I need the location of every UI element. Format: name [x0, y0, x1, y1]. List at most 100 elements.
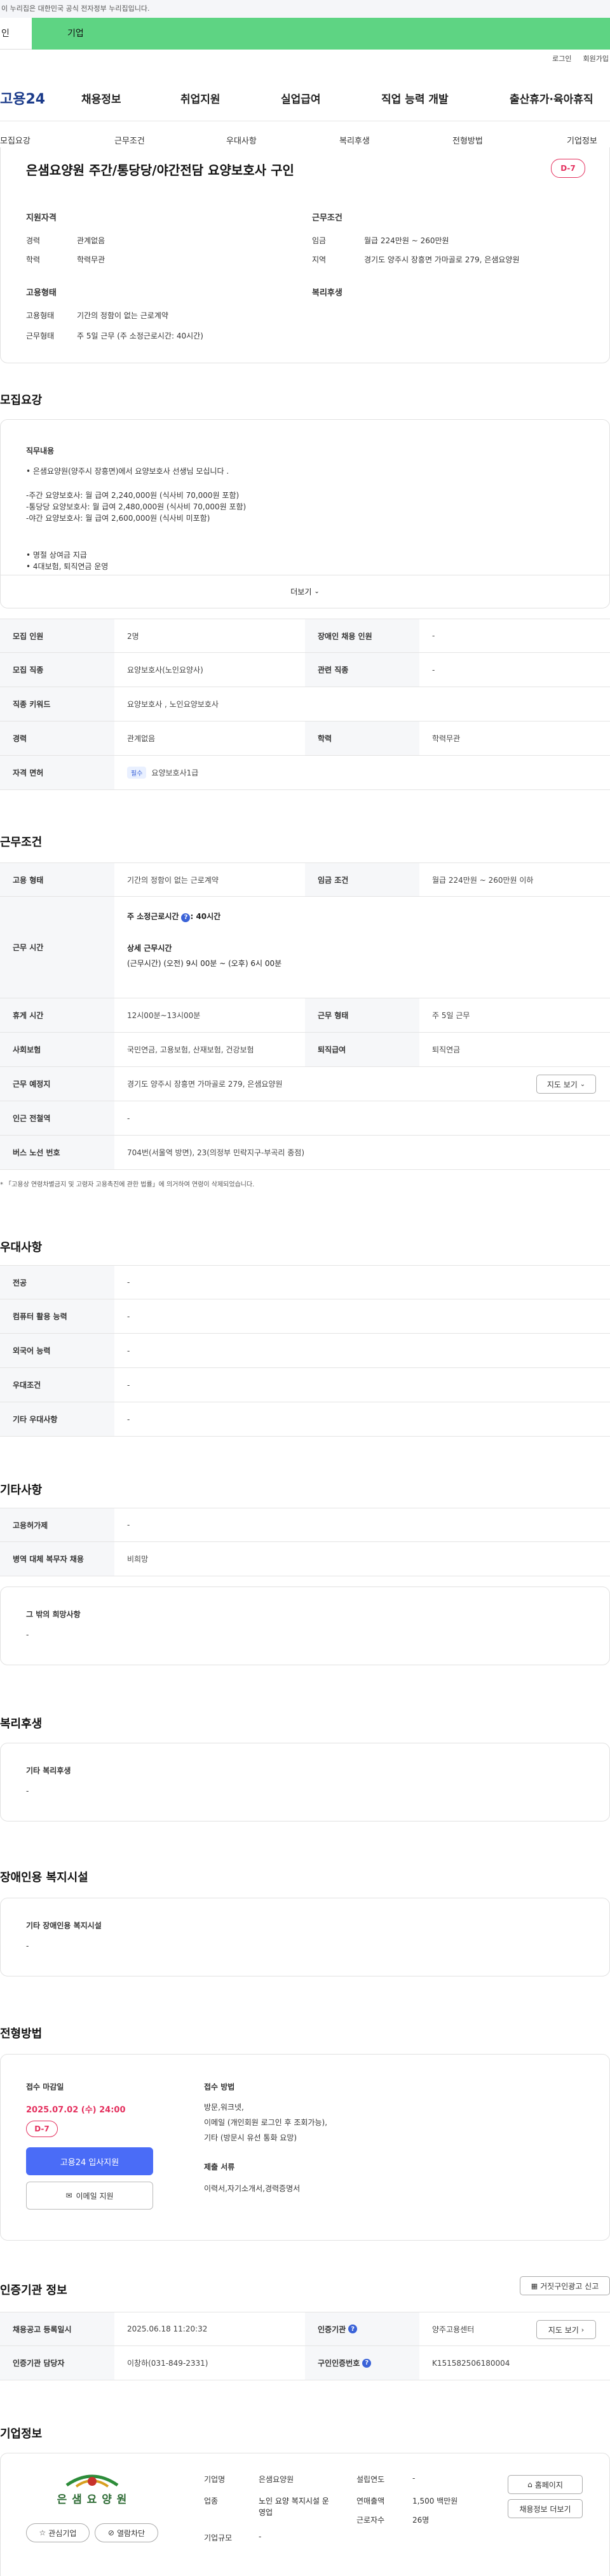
work-type-label: 근무형태 — [26, 332, 55, 340]
gnb-jobs[interactable]: 채용정보 — [81, 90, 121, 106]
signup-link[interactable]: 회원가입 — [583, 53, 609, 64]
favorite-button[interactable]: ☆ 관심기업 — [26, 2523, 90, 2542]
subnav-work[interactable]: 근무조건 — [114, 134, 145, 146]
row-label: 기타 우대사항 — [0, 1402, 114, 1436]
deadline-dday-badge: D-7 — [26, 2121, 58, 2137]
row-label: 외국어 능력 — [0, 1334, 114, 1367]
row-label: 휴게 시간 — [0, 998, 114, 1032]
row-label: 관련 직종 — [305, 653, 419, 687]
row-value: 경기도 양주시 장흥면 가마골로 279, 은샘요양원 — [127, 1080, 283, 1089]
welfare-heading: 복리후생 — [312, 288, 342, 298]
table-row: 휴게 시간 12시00분~13시00분 근무 형태 주 5일 근무 — [0, 998, 610, 1033]
table-row: 기타 우대사항 - — [0, 1402, 610, 1437]
method-line: 기타 (방문시 유선 통화 요망) — [204, 2133, 297, 2142]
scale-value: - — [259, 2532, 262, 2541]
dday-badge: D-7 — [551, 159, 585, 178]
cond-heading: 근무조건 — [312, 213, 342, 223]
login-link[interactable]: 로그인 — [552, 53, 571, 64]
subnav-recruit[interactable]: 모집요강 — [0, 134, 30, 146]
job-desc-line: -주간 요양보호사: 월 급여 2,240,000원 (식사비 70,000원 … — [26, 491, 240, 500]
row-value: - — [127, 1414, 130, 1424]
tab-personal[interactable]: 인 — [0, 18, 32, 50]
cert-heading: 인증기관 정보 — [0, 2284, 67, 2297]
emp-type-value: 기간의 정함이 없는 근로계약 — [77, 311, 168, 320]
row-value: 요양보호사(노인요양사) — [127, 666, 203, 674]
help-icon[interactable]: ? — [348, 2324, 358, 2333]
process-heading: 전형방법 — [0, 2027, 43, 2041]
row-value: 12시00분~13시00분 — [127, 1011, 201, 1020]
career-value: 관계없음 — [77, 236, 105, 245]
subnav-pref[interactable]: 우대사항 — [226, 134, 257, 146]
table-row: 자격 면허 필수 요양보호사1급 — [0, 756, 610, 790]
gnb-employment-support[interactable]: 취업지원 — [180, 90, 220, 106]
table-row: 직종 키워드 요양보호사 , 노인요양보호사 — [0, 687, 610, 721]
row-label: 근무 시간 — [0, 897, 114, 998]
row-label: 직종 키워드 — [0, 687, 114, 721]
recruit-heading: 모집요강 — [0, 394, 43, 407]
method-heading: 접수 방법 — [204, 2083, 235, 2091]
row-label: 자격 면허 — [0, 756, 114, 789]
more-jobs-button[interactable]: 채용정보 더보기 — [508, 2499, 583, 2518]
docs-heading: 제출 서류 — [204, 2163, 235, 2171]
email-apply-button[interactable]: ✉ 이메일 지원 — [26, 2182, 153, 2210]
chevron-down-icon: ⌄ — [580, 1080, 586, 1088]
row-label: 모집 직종 — [0, 653, 114, 687]
user-type-tabs: 인 기업 — [0, 18, 610, 50]
sales-value: 1,500 백만원 — [412, 2497, 458, 2506]
row-label: 컴퓨터 활용 능력 — [0, 1299, 114, 1333]
gnb-unemployment[interactable]: 실업급여 — [281, 90, 321, 106]
est-value: - — [412, 2474, 416, 2483]
table-row: 모집 인원 2명 장애인 채용 인원 - — [0, 619, 610, 653]
table-row: 버스 노선 번호 704번(서울역 방면), 23(의정부 민락지구-부곡리 종… — [0, 1136, 610, 1170]
method-line: 방문,워크넷, — [204, 2103, 244, 2112]
edu-label: 학력 — [26, 255, 41, 264]
block-icon: ⊘ — [107, 2528, 114, 2537]
row-value: 이창하(031-849-2331) — [127, 2359, 208, 2368]
row-value: 요양보호사1급 — [151, 768, 199, 777]
homepage-button[interactable]: ⌂ 홈페이지 — [508, 2475, 583, 2494]
block-button[interactable]: ⊘ 열람차단 — [95, 2523, 158, 2542]
industry-label: 업종 — [204, 2497, 219, 2506]
job-desc-line: • 은샘요양원(양주시 장흥면)에서 요양보호사 선생님 모십니다 . — [26, 467, 229, 476]
row-label: 근무 예정지 — [0, 1067, 114, 1101]
cert-map-button[interactable]: 지도 보기 › — [536, 2320, 596, 2339]
disability-value: - — [26, 1942, 29, 1950]
other-wish-card: 그 밖의 희망사항 - — [0, 1587, 610, 1665]
help-icon[interactable]: ? — [362, 2358, 372, 2368]
row-label: 인증기관 — [318, 2324, 346, 2334]
row-value: 기간의 정함이 없는 근로계약 — [127, 875, 219, 885]
tab-company[interactable]: 기업 — [32, 18, 610, 50]
company-logo: 은 샘 요 양 원 — [29, 2466, 156, 2509]
wage-label: 임금 — [312, 236, 327, 245]
subnav-process[interactable]: 전형방법 — [452, 134, 483, 146]
subnav-welfare[interactable]: 복리후생 — [339, 134, 370, 146]
row-label: 근무 형태 — [305, 998, 419, 1032]
est-label: 설립연도 — [356, 2475, 385, 2484]
row-value: 요양보호사 , 노인요양보호사 — [127, 700, 219, 709]
row-value: 학력무관 — [432, 734, 461, 743]
more-button[interactable]: 더보기 ⌄ — [1, 575, 609, 608]
gnb-leave[interactable]: 출산휴가·육아휴직 — [510, 90, 593, 106]
apply-button[interactable]: 고용24 입사지원 — [26, 2147, 153, 2175]
work-type-value: 주 5일 근무 (주 소정근로시간: 40시간) — [77, 332, 203, 340]
job-desc-line: • 4대보험, 퇴직연금 운영 — [26, 562, 109, 571]
company-name-label: 기업명 — [204, 2475, 226, 2484]
row-label: 전공 — [0, 1266, 114, 1299]
more-label: 더보기 — [290, 587, 312, 596]
site-logo[interactable]: 고용24 — [0, 88, 45, 108]
row-label-wrap: 구인인증번호? — [305, 2346, 419, 2380]
map-button[interactable]: 지도 보기 ⌄ — [536, 1075, 596, 1094]
company-name-value: 은샘요양원 — [259, 2475, 294, 2484]
row-value: 관계없음 — [127, 734, 156, 743]
row-label: 병역 대체 복무자 채용 — [0, 1542, 114, 1576]
row-value: - — [127, 1380, 130, 1390]
row-value: 퇴직연금 — [432, 1045, 461, 1054]
row-value: 양주고용센터 — [432, 2324, 475, 2334]
mail-icon: ✉ — [65, 2191, 72, 2200]
subnav-company[interactable]: 기업정보 — [567, 134, 597, 146]
report-button[interactable]: ▦ 거짓구인광고 신고 — [520, 2276, 610, 2295]
process-card: 접수 마감일 2025.07.02 (수) 24:00 D-7 고용24 입사지… — [0, 2054, 610, 2241]
time-detail: (근무시간) (오전) 9시 00분 ~ (오후) 6시 00분 — [127, 959, 282, 968]
help-icon[interactable]: ? — [181, 913, 191, 922]
gnb-training[interactable]: 직업 능력 개발 — [381, 90, 449, 106]
